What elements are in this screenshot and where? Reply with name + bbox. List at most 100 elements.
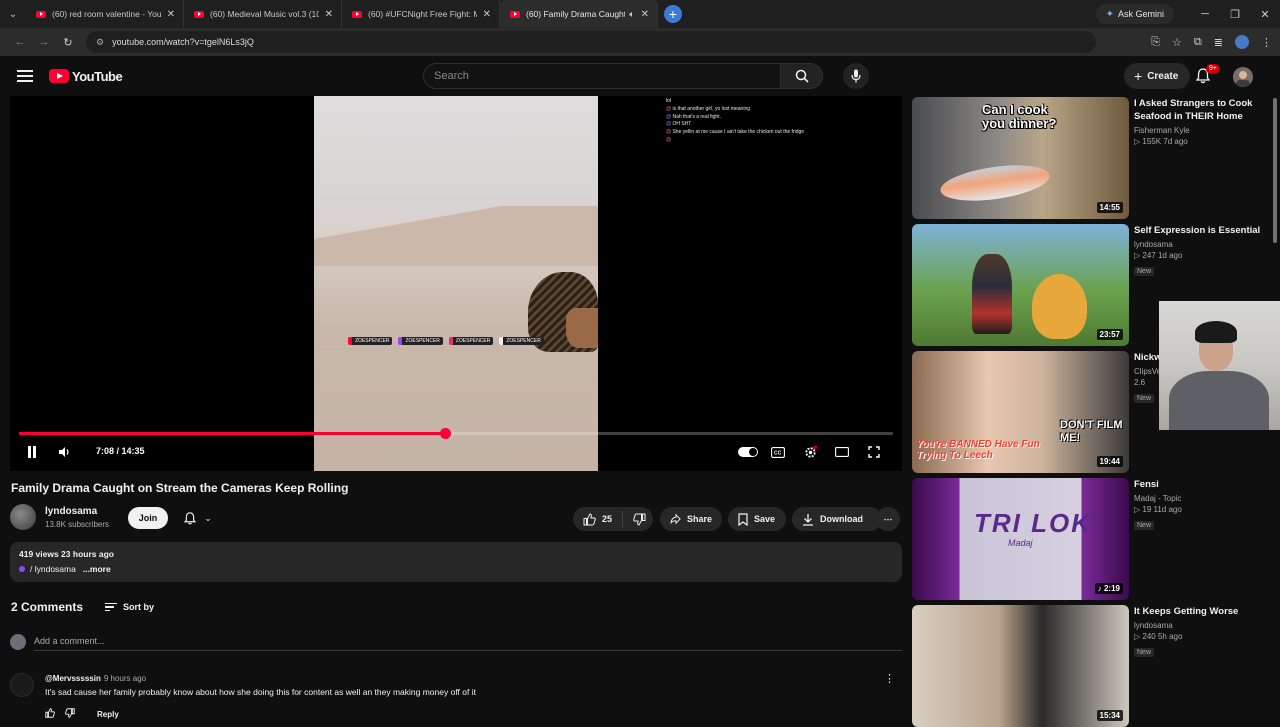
comment-menu-icon[interactable]: ⋮ (884, 672, 895, 685)
account-avatar[interactable] (1233, 67, 1253, 87)
recommended-channel[interactable]: lyndosama (1134, 621, 1264, 630)
show-more-link[interactable]: ...more (83, 564, 111, 574)
recommended-video[interactable]: 15:34 It Keeps Getting Worse lyndosama ▷… (912, 605, 1272, 727)
commenter-avatar[interactable] (10, 673, 34, 697)
tab-close-icon[interactable]: ✕ (167, 9, 175, 20)
recommended-stats: ▷ 240 5h ago (1134, 632, 1264, 641)
fullscreen-button[interactable] (866, 442, 882, 462)
browser-tab-4-active[interactable]: (60) Family Drama Caught o 🔈︎ ✕ (500, 0, 658, 28)
theater-mode-button[interactable] (834, 442, 850, 462)
video-thumbnail[interactable]: 15:34 (912, 605, 1129, 727)
notification-count-badge: 9+ (1206, 64, 1220, 74)
browser-tab-3[interactable]: (60) #UFCNight Free Fight: Mc ✕ (342, 0, 500, 28)
video-thumbnail[interactable]: DON'T FILM ME! You're BANNED Have Fun Tr… (912, 351, 1129, 473)
tab-close-icon[interactable]: ✕ (483, 9, 491, 20)
channel-avatar[interactable] (10, 504, 36, 530)
comment-author[interactable]: @Mervsssssin (45, 674, 101, 683)
tab-search-chevron-icon[interactable]: ⌄ (0, 0, 26, 28)
page-scrollbar[interactable] (1273, 98, 1277, 243)
webcam-overlay (1159, 301, 1280, 430)
recommended-title[interactable]: It Keeps Getting Worse (1134, 605, 1264, 618)
more-actions-button[interactable]: ⋯ (876, 507, 900, 531)
like-button[interactable]: 25 (573, 511, 624, 527)
create-label: Create (1147, 70, 1179, 82)
address-bar-row: ← → ↻ ⚙ youtube.com/watch?v=tgelN6Ls3jQ … (0, 28, 1280, 56)
join-button[interactable]: Join (128, 507, 168, 529)
ask-gemini-button[interactable]: ✦ Ask Gemini (1095, 4, 1174, 24)
new-tab-plus-icon[interactable]: + (664, 5, 682, 23)
browser-tab-1[interactable]: (60) red room valentine - YouTu ✕ (26, 0, 184, 28)
recommended-title[interactable]: I Asked Strangers to Cook Seafood in THE… (1134, 97, 1264, 123)
settings-button[interactable] (802, 442, 818, 462)
scrubber-handle[interactable] (439, 428, 451, 439)
chrome-menu-icon[interactable]: ⋮ (1261, 36, 1272, 49)
download-button[interactable]: Download (792, 507, 882, 531)
bookmark-star-icon[interactable]: ☆ (1172, 36, 1182, 49)
comment-dislike-thumbs-down-icon[interactable] (65, 708, 75, 720)
recommended-channel[interactable]: Fisherman Kyle (1134, 126, 1264, 135)
search-input[interactable]: Search (423, 63, 781, 89)
more-horizontal-icon: ⋯ (883, 513, 893, 524)
channel-name[interactable]: lyndosama (45, 506, 97, 517)
search-button[interactable] (781, 63, 823, 89)
install-app-icon[interactable]: ⎘ (1151, 36, 1160, 49)
extensions-puzzle-icon[interactable]: ⧉ (1194, 36, 1202, 49)
back-arrow-icon[interactable]: ← (8, 36, 32, 48)
recommended-title[interactable]: Fensi (1134, 478, 1264, 491)
subtitles-button[interactable]: CC (770, 442, 786, 462)
recommended-video[interactable]: Can I cook you dinner? 14:55 I Asked Str… (912, 97, 1272, 219)
recommended-channel[interactable]: Madaj - Topic (1134, 494, 1264, 503)
download-label: Download (820, 514, 863, 524)
video-thumbnail[interactable]: TRI LOK Madaj ♪ 2:19 (912, 478, 1129, 600)
url-omnibox[interactable]: ⚙ youtube.com/watch?v=tgelN6Ls3jQ (86, 31, 1096, 53)
tab-close-icon[interactable]: ✕ (325, 9, 333, 20)
new-badge: New (1134, 267, 1155, 276)
current-time: 7:08 (96, 446, 115, 456)
reply-button[interactable]: Reply (97, 710, 119, 719)
window-close-icon[interactable]: ✕ (1250, 8, 1280, 21)
overlay-tiktok-handle: ZOESPENCER (499, 337, 544, 345)
recommended-video[interactable]: TRI LOK Madaj ♪ 2:19 Fensi Madaj - Topic… (912, 478, 1272, 600)
video-thumbnail[interactable]: 23:57 (912, 224, 1129, 346)
pause-button[interactable] (24, 442, 40, 462)
youtube-logo[interactable]: YouTube (49, 69, 123, 84)
reload-icon[interactable]: ↻ (56, 36, 80, 49)
comment-like-thumbs-up-icon[interactable] (45, 708, 55, 720)
dislike-button[interactable] (623, 513, 656, 526)
overlay-twitch-handle: ZOESPENCER (398, 337, 443, 345)
restore-icon[interactable]: ❐ (1220, 8, 1250, 21)
video-player[interactable]: ZOESPENCER ZOESPENCER ZOESPENCER ZOESPEN… (10, 96, 902, 471)
duration-text: 2:19 (1103, 584, 1120, 593)
duration-badge: ♪ 2:19 (1094, 583, 1123, 594)
add-comment-input[interactable]: Add a comment... (34, 636, 105, 646)
hamburger-menu-icon[interactable] (17, 67, 33, 85)
thumbnail-text: TRI LOK (974, 508, 1092, 538)
save-button[interactable]: Save (728, 507, 786, 531)
site-info-icon[interactable]: ⚙ (96, 37, 104, 48)
tab-label: (60) Medieval Music vol.3 (100 (210, 9, 319, 19)
speaker-icon (59, 447, 69, 457)
minimize-icon[interactable]: ─ (1190, 8, 1220, 20)
sort-by-button[interactable]: Sort by (105, 601, 154, 614)
share-button[interactable]: Share (660, 507, 722, 531)
media-controls-icon[interactable]: ≣ (1214, 36, 1223, 49)
description-link[interactable]: / lyndosama (30, 564, 76, 574)
browser-profile-avatar[interactable] (1235, 35, 1249, 49)
recommended-channel[interactable]: lyndosama (1134, 240, 1264, 249)
progress-bar[interactable] (19, 428, 893, 439)
voice-search-button[interactable] (843, 63, 869, 89)
comment-timestamp[interactable]: 9 hours ago (104, 674, 146, 683)
recommended-title[interactable]: Self Expression is Essential (1134, 224, 1264, 237)
subscription-bell-button[interactable]: ⌄ (176, 507, 220, 529)
volume-button[interactable] (56, 442, 72, 462)
description-box[interactable]: 419 views 23 hours ago / lyndosama ...mo… (10, 542, 902, 582)
browser-tab-2[interactable]: (60) Medieval Music vol.3 (100 ✕ (184, 0, 342, 28)
speaker-icon[interactable]: 🔈︎ (629, 9, 634, 20)
stream-social-overlay: ZOESPENCER ZOESPENCER ZOESPENCER ZOESPEN… (348, 337, 544, 345)
tab-close-icon[interactable]: ✕ (641, 9, 649, 20)
video-thumbnail[interactable]: Can I cook you dinner? 14:55 (912, 97, 1129, 219)
gemini-sparkle-icon: ✦ (1105, 8, 1114, 20)
forward-arrow-icon[interactable]: → (32, 36, 56, 48)
create-button[interactable]: + Create (1124, 63, 1191, 89)
autoplay-toggle[interactable] (737, 442, 759, 462)
